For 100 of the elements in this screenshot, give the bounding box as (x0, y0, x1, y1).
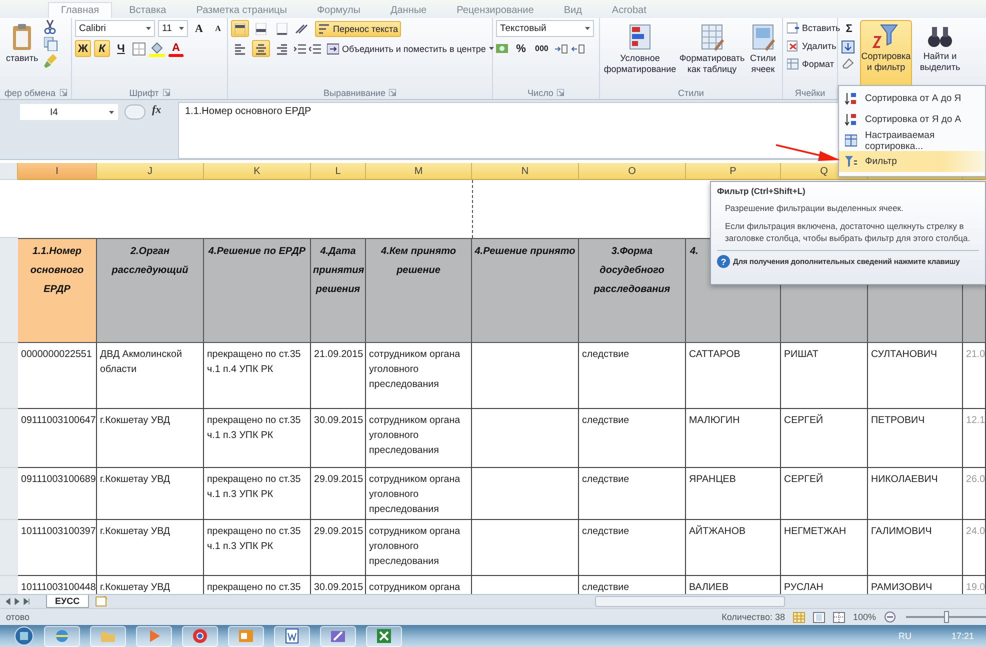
tooltip-title: Фильтр (Ctrl+Shift+L) (717, 186, 806, 196)
column-header[interactable]: I (18, 163, 97, 180)
currency-icon[interactable] (496, 42, 510, 55)
table-header-cell: 4.Кем принято решение (366, 238, 472, 343)
decrease-decimal-icon[interactable] (571, 42, 586, 54)
cells-button[interactable]: Формат (786, 56, 842, 72)
format-cells-icon (787, 58, 799, 70)
taskbar-button[interactable] (90, 626, 126, 646)
paste-button[interactable]: ставить (3, 20, 42, 86)
font-name-field[interactable]: Calibri (75, 20, 155, 37)
shrink-font-button[interactable]: A (210, 20, 226, 37)
custom-sort-icon (845, 134, 857, 147)
table-cell: 24.0 (963, 520, 986, 576)
font-color-button[interactable]: А (168, 40, 184, 56)
page-layout-icon[interactable] (812, 612, 825, 622)
clock: 17:21 (951, 631, 974, 641)
column-header[interactable]: J (97, 163, 204, 180)
increase-decimal-icon[interactable] (554, 42, 568, 54)
thousands-button[interactable]: 000 (532, 40, 552, 57)
number-format-field[interactable]: Текстовый (496, 20, 594, 37)
fill-color-icon[interactable] (149, 40, 165, 56)
filter-icon (845, 155, 857, 168)
page-break-icon[interactable] (832, 612, 845, 622)
column-header[interactable]: K (204, 163, 311, 180)
name-box[interactable]: I4 (20, 104, 118, 120)
table-header-cell: 4.Дата принятия решения (311, 238, 366, 343)
wrap-text-button[interactable]: Перенос текста (315, 20, 402, 36)
group-label: Ячейки (794, 88, 826, 98)
group-label: Шрифт (129, 88, 159, 98)
align-button[interactable] (252, 40, 270, 57)
taskbar-button[interactable] (136, 626, 172, 646)
zoom-level[interactable]: 100% (852, 612, 876, 622)
taskbar-button[interactable] (182, 626, 218, 646)
fill-down-icon[interactable] (841, 40, 855, 54)
menu-item[interactable]: Настраиваемая сортировка... (839, 130, 985, 151)
taskbar-button[interactable] (274, 626, 310, 646)
globe-icon (54, 628, 70, 644)
outdent-icon[interactable] (309, 42, 321, 54)
column-header[interactable]: M (366, 163, 472, 180)
group-label: Стили (678, 88, 704, 98)
table-cell: следствие (579, 576, 686, 594)
cells-button[interactable]: Удалить (786, 38, 842, 54)
font-size-field[interactable]: 11 (158, 20, 188, 37)
table-header-cell: 1.1.Номер основного ЕРДР (18, 238, 97, 343)
merge-button[interactable]: Объединить и поместить в центре (324, 40, 497, 56)
pen-icon (330, 628, 346, 644)
format-button[interactable]: Ж (75, 40, 91, 57)
column-header[interactable]: L (311, 163, 366, 180)
menu-item[interactable]: Сортировка от Я до А (839, 109, 985, 130)
column-header[interactable]: O (579, 163, 686, 180)
borders-icon[interactable] (132, 42, 146, 56)
cells-button[interactable]: Вставить (786, 20, 842, 36)
sheet-tab[interactable]: ЕУСС (46, 595, 89, 608)
taskbar-button[interactable] (44, 626, 80, 646)
menu-item[interactable]: Фильтр (839, 151, 985, 172)
group-label: Выравнивание (324, 88, 386, 98)
caret-icon (146, 27, 151, 30)
autosum-button[interactable]: Σ (841, 20, 857, 37)
zoom-slider-thumb[interactable] (944, 611, 949, 623)
align-button[interactable] (231, 20, 249, 37)
column-header[interactable]: N (472, 163, 579, 180)
eraser-icon[interactable] (841, 57, 855, 69)
table-cell: прекращено по ст.35 ч.1 п.3 УПК РК (204, 409, 311, 468)
copy-icon[interactable] (44, 37, 58, 51)
caret-icon (179, 27, 184, 30)
horizontal-scrollbar[interactable] (594, 596, 785, 607)
table-cell: г.Кокшетау УВД (97, 468, 204, 520)
dialog-launcher-icon (557, 89, 564, 96)
ribbon-tab[interactable]: Главная (48, 2, 112, 18)
zoom-out-icon[interactable] (884, 611, 896, 623)
table-cell: 30.09.2015 (311, 576, 366, 594)
styles-button[interactable]: Форматировать как таблицу (680, 20, 744, 86)
table-cell: 21.0 (963, 343, 986, 409)
grow-font-button[interactable]: A (191, 20, 207, 37)
taskbar-button[interactable] (366, 626, 402, 646)
caret-icon (585, 27, 590, 30)
sort-ascending-icon (845, 92, 857, 105)
table-cell: НИКОЛАЕВИЧ (868, 468, 963, 520)
document-icon (284, 628, 300, 644)
styles-button[interactable]: Условное форматирование (603, 20, 677, 86)
table-cell: 09111003100647 (18, 409, 97, 468)
start-button[interactable] (14, 626, 34, 646)
dialog-launcher-icon (60, 89, 67, 96)
caret-icon (109, 110, 114, 114)
brush-icon[interactable] (44, 54, 58, 68)
align-lines-icon (276, 42, 288, 54)
indent-icon[interactable] (294, 42, 306, 54)
format-button[interactable]: Ч (113, 40, 129, 57)
scissors-icon[interactable] (44, 20, 56, 34)
styles-button[interactable]: Стили ячеек (747, 20, 779, 86)
table-cell: ГАЛИМОВИЧ (868, 520, 963, 576)
percent-button[interactable]: % (513, 40, 529, 57)
taskbar-button[interactable] (228, 626, 264, 646)
table-cell: следствие (579, 520, 686, 576)
new-sheet-icon[interactable] (94, 596, 109, 607)
function-button[interactable]: fx (152, 104, 162, 116)
column-header[interactable]: P (686, 163, 781, 180)
table-cell: 0000000022551 (18, 343, 97, 409)
taskbar-button[interactable] (320, 626, 356, 646)
format-button[interactable]: К (94, 40, 110, 57)
